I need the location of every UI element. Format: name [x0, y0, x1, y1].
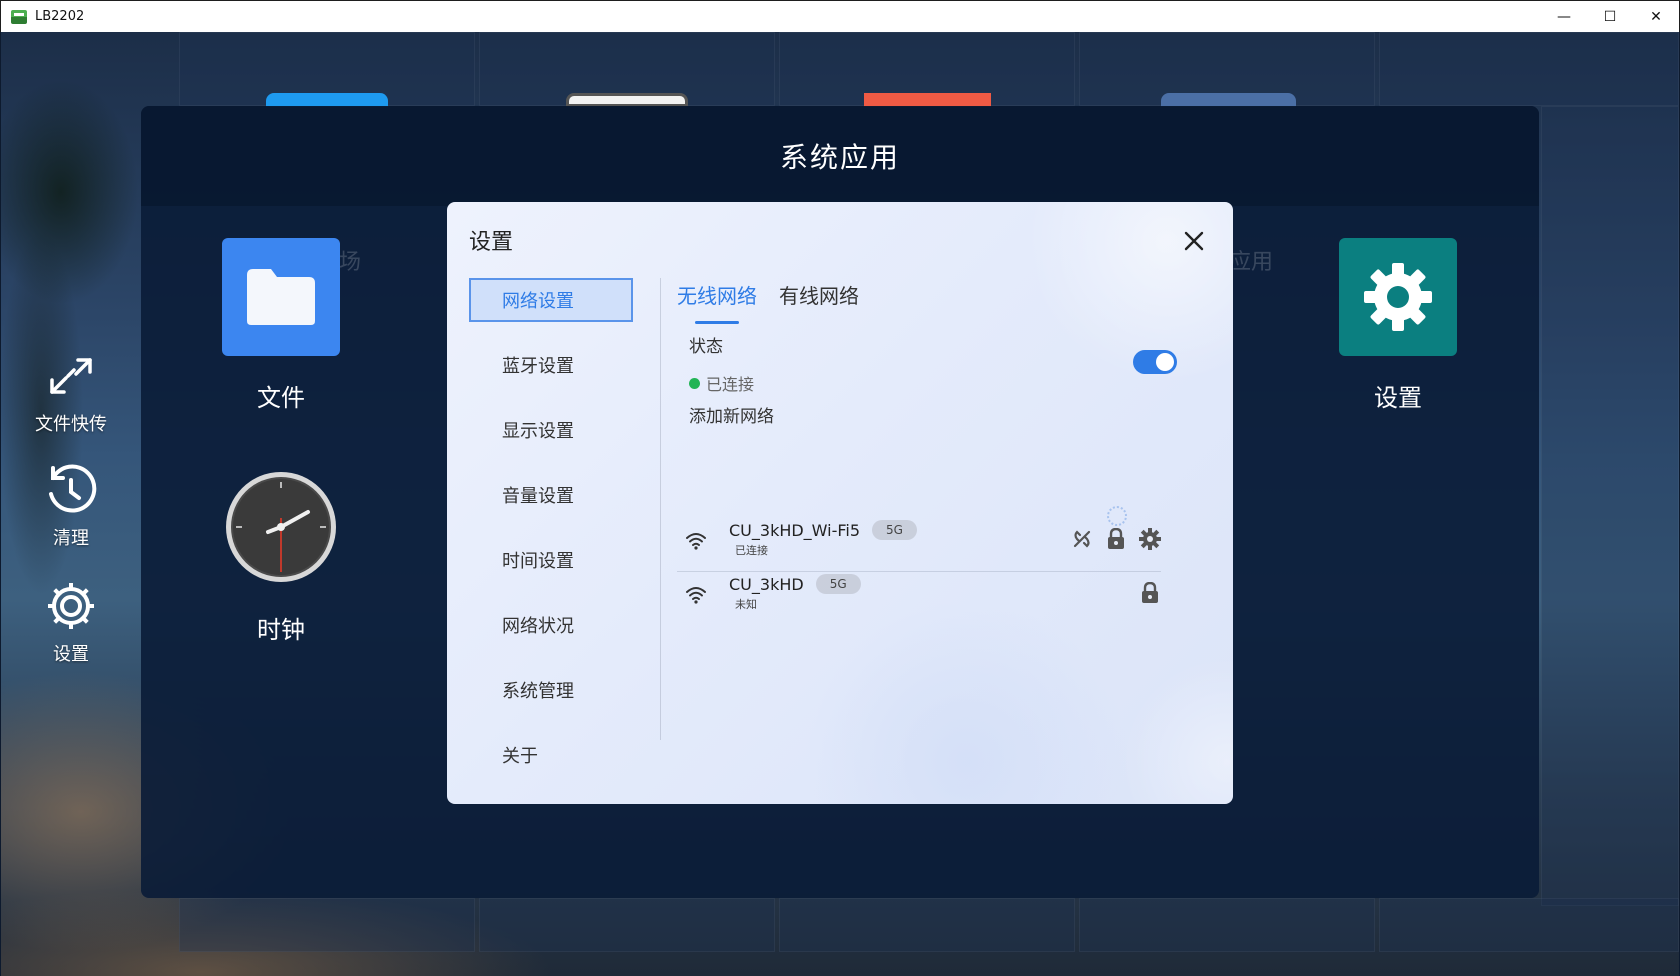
history-icon — [43, 462, 99, 518]
dialog-title: 设置 — [469, 230, 514, 255]
disconnect-icon[interactable] — [1071, 528, 1093, 550]
tab-wireless[interactable]: 无线网络 — [677, 278, 757, 324]
app-label: 设置 — [1374, 384, 1422, 412]
close-window-button[interactable]: ✕ — [1633, 1, 1679, 33]
menu-item-network[interactable]: 网络设置 — [469, 278, 633, 322]
wifi-list: CU_3kHD_Wi-Fi5 5G 已连接 CU_3kHD 5G 未知 — [677, 520, 1161, 626]
dock: 文件快传 清理 设置 — [1, 32, 141, 976]
peek-app-icon — [266, 93, 388, 107]
transfer-arrows-icon — [43, 348, 99, 404]
menu-item-volume[interactable]: 音量设置 — [469, 473, 633, 517]
app-label: 文件 — [257, 384, 305, 412]
ghost-app-label: 应用 — [1229, 250, 1274, 275]
ssid-label: CU_3kHD_Wi-Fi5 — [729, 520, 861, 540]
list-item[interactable]: CU_3kHD 5G 未知 — [677, 574, 1161, 626]
maximize-icon: ☐ — [1603, 9, 1617, 25]
dock-item-clean[interactable]: 清理 — [21, 462, 121, 550]
menu-item-bluetooth[interactable]: 蓝牙设置 — [469, 343, 633, 387]
network-state: 未知 — [735, 598, 757, 611]
background-tile — [179, 898, 475, 952]
lock-icon — [1105, 528, 1127, 550]
peek-app-icon — [1161, 93, 1296, 107]
dock-label: 设置 — [53, 644, 89, 665]
background-tile — [479, 898, 775, 952]
status-label: 状态 — [689, 337, 723, 357]
menu-item-network-status[interactable]: 网络状况 — [469, 603, 633, 647]
network-state: 已连接 — [735, 544, 768, 557]
peek-app-icon — [566, 93, 688, 107]
close-dialog-button[interactable] — [1181, 228, 1207, 254]
wifi-toggle[interactable] — [1133, 350, 1177, 374]
network-actions — [1071, 528, 1161, 550]
minimize-button[interactable]: — — [1541, 1, 1587, 33]
band-badge: 5G — [872, 520, 917, 540]
tab-wired[interactable]: 有线网络 — [779, 278, 859, 318]
background-tile — [1379, 32, 1679, 106]
network-actions — [1139, 582, 1161, 604]
status-indicator: 已连接 — [689, 371, 1177, 395]
menu-item-about[interactable]: 关于 — [469, 733, 633, 777]
maximize-button[interactable]: ☐ — [1587, 1, 1633, 33]
menu-item-time[interactable]: 时间设置 — [469, 538, 633, 582]
app-label: 时钟 — [257, 616, 305, 644]
settings-menu: 网络设置 蓝牙设置 显示设置 音量设置 时间设置 网络状况 系统管理 关于 — [469, 278, 633, 798]
window-controls: — ☐ ✕ — [1541, 1, 1679, 33]
close-icon: ✕ — [1650, 9, 1662, 25]
gear-icon — [43, 578, 99, 634]
add-network-link[interactable]: 添加新网络 — [677, 402, 1177, 427]
ssid-label: CU_3kHD — [729, 574, 804, 594]
background-tile — [1541, 106, 1679, 906]
clock-icon — [224, 470, 338, 588]
list-item[interactable]: CU_3kHD_Wi-Fi5 5G 已连接 — [677, 520, 1161, 572]
minimize-icon: — — [1557, 9, 1571, 25]
settings-dialog: 设置 网络设置 蓝牙设置 显示设置 音量设置 时间设置 网络状况 系统管理 关于… — [447, 202, 1233, 804]
connected-dot-icon — [689, 377, 700, 389]
menu-item-display[interactable]: 显示设置 — [469, 408, 633, 452]
dock-item-settings[interactable]: 设置 — [21, 578, 121, 666]
network-tabs: 无线网络 有线网络 — [677, 278, 1177, 324]
dock-item-file-transfer[interactable]: 文件快传 — [21, 348, 121, 436]
wifi-status-row: 状态 已连接 — [677, 332, 1177, 396]
app-tile-files[interactable]: 文件 — [211, 238, 351, 413]
peek-app-icon — [864, 93, 991, 107]
gear-icon — [1339, 238, 1457, 356]
dock-label: 清理 — [53, 528, 89, 549]
system-apps-header: 系统应用 — [141, 106, 1539, 206]
app-tile-clock[interactable]: 时钟 — [211, 470, 351, 645]
background-tile — [1079, 898, 1375, 952]
status-value: 已连接 — [706, 375, 755, 394]
gear-icon[interactable] — [1139, 528, 1161, 550]
background-tile — [779, 898, 1075, 952]
close-icon — [1184, 231, 1204, 251]
folder-icon — [222, 238, 340, 356]
menu-divider — [660, 278, 661, 740]
app-logo-icon — [11, 9, 27, 24]
background-tile — [1379, 898, 1679, 952]
dock-label: 文件快传 — [35, 414, 107, 435]
network-settings-content: 无线网络 有线网络 状态 已连接 添加新网络 CU_3kHD_Wi-Fi5 5G… — [677, 278, 1177, 611]
window-title: LB2202 — [35, 9, 85, 24]
wifi-signal-icon — [685, 586, 707, 604]
menu-item-system[interactable]: 系统管理 — [469, 668, 633, 712]
app-tile-settings[interactable]: 设置 — [1328, 238, 1468, 413]
window-titlebar: LB2202 — ☐ ✕ — [0, 0, 1680, 32]
lock-icon — [1139, 582, 1161, 604]
toggle-knob — [1156, 353, 1174, 371]
wifi-signal-icon — [685, 532, 707, 550]
system-apps-title: 系统应用 — [779, 141, 900, 174]
band-badge: 5G — [815, 574, 861, 594]
